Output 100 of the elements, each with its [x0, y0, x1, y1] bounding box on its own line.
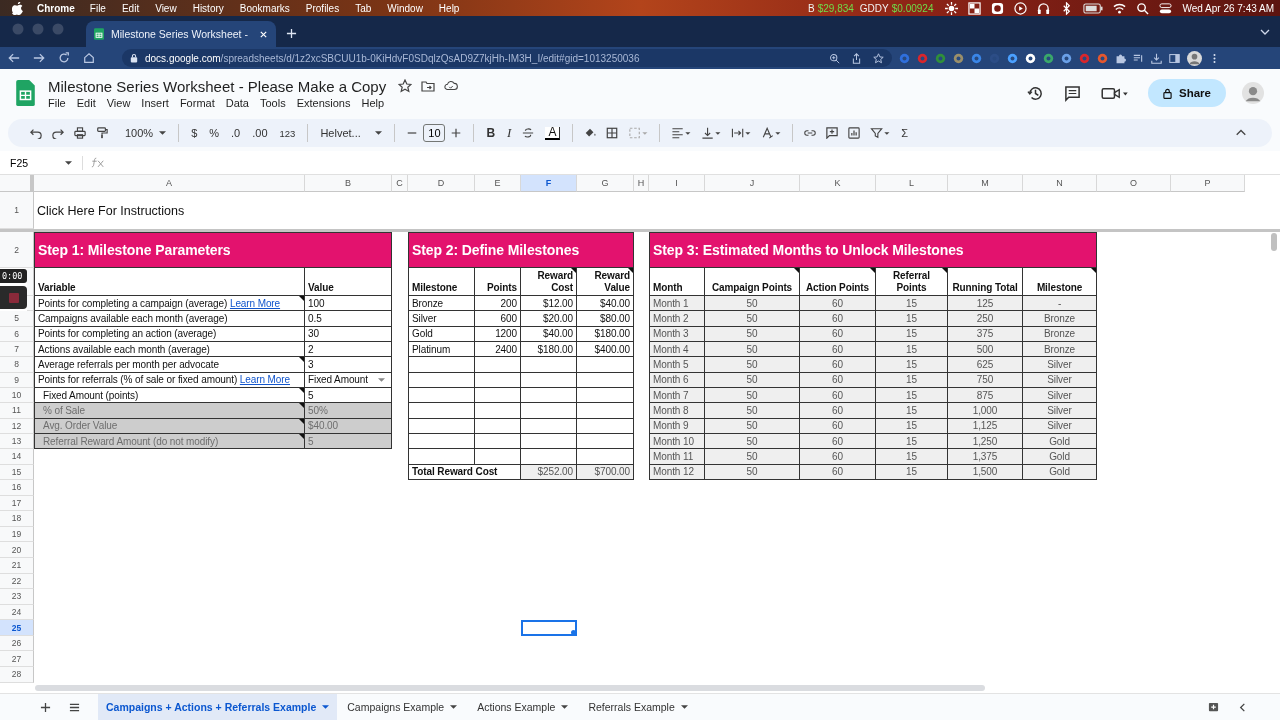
menu-item[interactable]: Format	[179, 96, 215, 109]
increase-decimals-button[interactable]: .00	[252, 127, 268, 139]
row-header[interactable]: 14	[0, 449, 34, 465]
grid-icon[interactable]	[968, 1, 982, 15]
column-header[interactable]: L	[876, 175, 948, 192]
row-header[interactable]: 18	[0, 511, 34, 527]
row-header[interactable]: 23	[0, 589, 34, 605]
chevron-left-icon[interactable]	[1237, 701, 1248, 713]
menu-item[interactable]: Tab	[355, 2, 372, 14]
comment-icon[interactable]	[1064, 84, 1081, 102]
borders-icon[interactable]	[606, 127, 619, 139]
row-header[interactable]: 11	[0, 403, 34, 419]
column-header[interactable]: K	[800, 175, 876, 192]
scrollbar-thumb[interactable]	[1271, 233, 1277, 251]
fill-color-icon[interactable]	[584, 127, 597, 139]
zoom-icon[interactable]	[829, 52, 840, 64]
menu-item[interactable]: History	[192, 2, 224, 14]
row-header[interactable]: 28	[0, 667, 34, 683]
redo-icon[interactable]	[52, 127, 64, 139]
menu-icon[interactable]	[69, 701, 80, 713]
font-size-field[interactable]: 10	[423, 124, 446, 142]
column-header[interactable]: O	[1097, 175, 1171, 192]
row-header[interactable]: 5	[0, 311, 34, 327]
column-header[interactable]: F	[521, 175, 577, 192]
sheets-logo-icon[interactable]	[16, 80, 35, 106]
merge-cells-icon[interactable]	[628, 127, 649, 139]
menu-item[interactable]: Edit	[121, 2, 140, 14]
chart-icon[interactable]	[848, 127, 861, 139]
download-icon[interactable]	[1151, 52, 1162, 64]
font-select[interactable]: Helvet...	[320, 127, 383, 139]
playlist-icon[interactable]	[1133, 52, 1144, 64]
extension-icon[interactable]	[1025, 52, 1036, 64]
menu-item[interactable]: Insert	[141, 96, 169, 109]
percent-button[interactable]: %	[209, 127, 220, 139]
avatar[interactable]	[1187, 50, 1202, 66]
menu-item[interactable]: Tools	[259, 96, 286, 109]
sidebar-icon[interactable]	[1169, 52, 1180, 64]
play-icon[interactable]	[1014, 1, 1028, 15]
column-header[interactable]: A	[34, 175, 305, 192]
home-icon[interactable]	[83, 52, 95, 64]
align-left-icon[interactable]	[671, 127, 692, 139]
row-header[interactable]: 27	[0, 651, 34, 668]
sheet-tab[interactable]: Campaigns + Actions + Referrals Example	[98, 694, 338, 720]
print-icon[interactable]	[74, 127, 86, 139]
share-icon[interactable]	[851, 52, 862, 64]
close-icon[interactable]	[259, 29, 268, 39]
new-tab-icon[interactable]	[286, 28, 297, 39]
text-color-button[interactable]: A	[545, 126, 561, 140]
row-header[interactable]: 25	[0, 620, 34, 636]
column-header[interactable]: H	[634, 175, 649, 192]
name-box[interactable]: F25	[0, 156, 72, 169]
strikethrough-icon[interactable]	[522, 127, 535, 139]
column-header[interactable]: M	[948, 175, 1023, 192]
plus-icon[interactable]	[450, 127, 463, 139]
vertical-align-icon[interactable]	[701, 127, 722, 139]
instructions-link[interactable]: Click Here For Instructions	[34, 192, 185, 229]
zoom-select[interactable]: 100%	[125, 127, 167, 139]
column-header[interactable]: C	[392, 175, 408, 192]
add-comment-icon[interactable]	[826, 127, 839, 139]
filter-icon[interactable]	[870, 127, 891, 139]
menu-item[interactable]: Help	[361, 96, 385, 109]
menu-item[interactable]: Data	[225, 96, 249, 109]
menu-item[interactable]: Edit	[76, 96, 96, 109]
link-icon[interactable]	[804, 127, 817, 139]
number-format-button[interactable]: 123	[279, 127, 296, 139]
back-icon[interactable]	[8, 52, 20, 64]
apple-icon[interactable]	[12, 1, 23, 15]
currency-button[interactable]: $	[191, 127, 198, 139]
headphones-icon[interactable]	[1037, 1, 1051, 15]
reload-icon[interactable]	[58, 52, 70, 64]
menu-item[interactable]: Help	[438, 2, 460, 14]
circle-icon[interactable]	[991, 1, 1005, 15]
functions-button[interactable]: Σ	[901, 127, 909, 139]
sun-icon[interactable]	[945, 1, 959, 15]
column-header[interactable]: G	[577, 175, 634, 192]
menu-item[interactable]: Profiles	[305, 2, 340, 14]
scrollbar-thumb[interactable]	[35, 685, 985, 691]
row-header[interactable]: 1	[0, 192, 34, 229]
column-header[interactable]: P	[1171, 175, 1245, 192]
share-button[interactable]: Share	[1148, 79, 1226, 107]
learn-more-link[interactable]: Learn More	[229, 297, 281, 309]
sheet-tab[interactable]: Campaigns Example	[337, 694, 468, 720]
explore-icon[interactable]	[1208, 701, 1219, 713]
column-header[interactable]: I	[649, 175, 705, 192]
menu-item[interactable]: File	[89, 2, 106, 14]
sheet-tab[interactable]: Actions Example	[467, 694, 579, 720]
sheet-tab[interactable]: Referrals Example	[578, 694, 698, 720]
document-title[interactable]: Milestone Series Worksheet - Please Make a Copy	[48, 77, 387, 95]
menu-item[interactable]: View	[155, 2, 177, 14]
address-bar[interactable]: docs.google.com/spreadsheets/d/1z2xcSBCUU1b-0KiHdvF0SDqlzQsAD9Z7kjHh-IM3H_I/edit#gid=1013250036	[122, 49, 892, 67]
menu-item[interactable]: Bookmarks	[239, 2, 290, 14]
battery-icon[interactable]	[1083, 1, 1104, 15]
menu-item[interactable]: View	[106, 96, 131, 109]
forward-icon[interactable]	[33, 52, 45, 64]
search-icon[interactable]	[1136, 1, 1150, 15]
selected-cell[interactable]	[521, 620, 577, 636]
column-header[interactable]: B	[305, 175, 392, 192]
clock[interactable]: Wed Apr 26 7:43 AM	[1182, 2, 1274, 14]
bold-button[interactable]: B	[486, 126, 496, 140]
toggle-icon[interactable]	[1159, 1, 1173, 15]
